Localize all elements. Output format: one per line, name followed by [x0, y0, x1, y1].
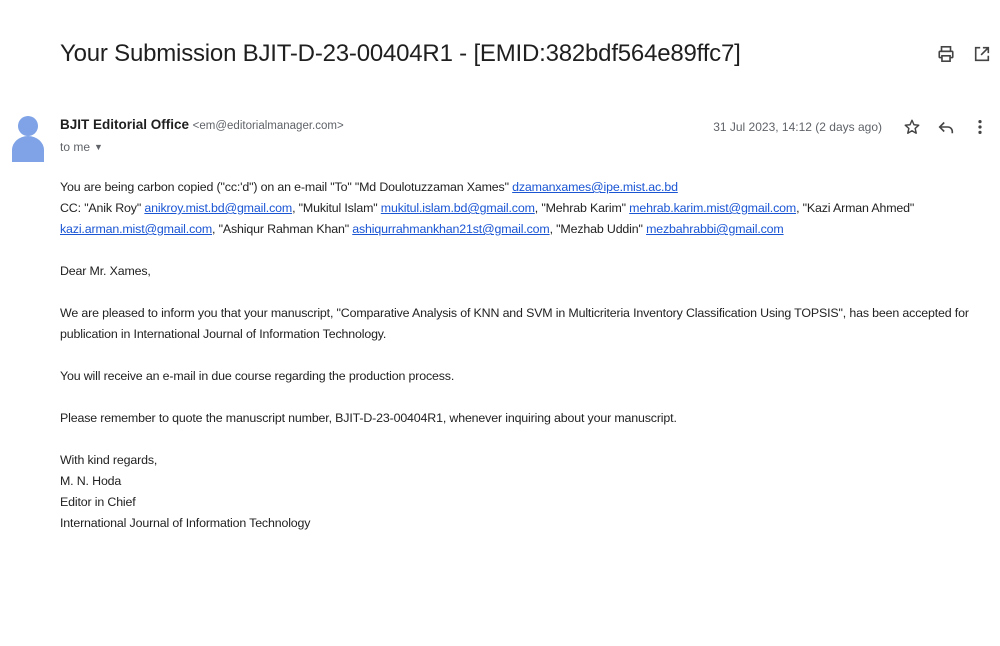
cc-name: "Mukitul Islam": [298, 201, 381, 215]
email-link[interactable]: mehrab.karim.mist@gmail.com: [629, 201, 796, 215]
email-link[interactable]: mezbahrabbi@gmail.com: [646, 222, 784, 236]
email-link[interactable]: dzamanxames@ipe.mist.ac.bd: [512, 180, 678, 194]
person-avatar-icon: [12, 116, 44, 162]
email-link[interactable]: ashiqurrahmankhan21st@gmail.com: [352, 222, 549, 236]
print-icon[interactable]: [936, 44, 956, 64]
message-date: 31 Jul 2023, 14:12 (2 days ago): [713, 120, 882, 134]
star-icon[interactable]: [902, 117, 922, 137]
paragraph-production: You will receive an e-mail in due course…: [60, 369, 455, 383]
open-in-new-window-icon[interactable]: [972, 44, 992, 64]
header-actions: [936, 44, 992, 64]
greeting: Dear Mr. Xames,: [60, 264, 151, 278]
cc-list: CC: "Anik Roy" anikroy.mist.bd@gmail.com…: [60, 198, 990, 240]
cc-separator: ,: [292, 201, 299, 215]
chevron-down-icon: ▼: [94, 142, 103, 152]
signature-title: Editor in Chief: [60, 495, 136, 509]
email-link[interactable]: anikroy.mist.bd@gmail.com: [144, 201, 292, 215]
cc-name: "Mehrab Karim": [541, 201, 630, 215]
cc-intro-line: You are being carbon copied ("cc:'d") on…: [60, 177, 990, 198]
paragraph-acceptance: We are pleased to inform you that your m…: [60, 306, 969, 341]
email-link[interactable]: kazi.arman.mist@gmail.com: [60, 222, 212, 236]
reply-icon[interactable]: [936, 117, 956, 137]
email-subject: Your Submission BJIT-D-23-00404R1 - [EMI…: [60, 40, 741, 67]
sender-block: BJIT Editorial Office <em@editorialmanag…: [60, 117, 344, 154]
signature-organization: International Journal of Information Tec…: [60, 516, 311, 530]
recipients-toggle[interactable]: to me ▼: [60, 140, 344, 154]
to-line-label: to me: [60, 140, 91, 154]
cc-separator: ,: [212, 222, 216, 236]
message-meta: 31 Jul 2023, 14:12 (2 days ago): [713, 117, 990, 137]
cc-separator: ,: [796, 201, 803, 215]
sender-email: <em@editorialmanager.com>: [192, 120, 344, 132]
avatar: [11, 112, 45, 162]
cc-prefix: CC:: [60, 201, 85, 215]
cc-name: "Mezhab Uddin": [556, 222, 647, 236]
cc-name: "Kazi Arman Ahmed": [802, 201, 915, 215]
paragraph-manuscript-number: Please remember to quote the manuscript …: [60, 411, 677, 425]
cc-intro-text: You are being carbon copied ("cc:'d") on…: [60, 180, 513, 194]
signature-name: M. N. Hoda: [60, 474, 122, 488]
email-link[interactable]: mukitul.islam.bd@gmail.com: [381, 201, 535, 215]
cc-name: "Anik Roy": [84, 201, 145, 215]
message-body: You are being carbon copied ("cc:'d") on…: [60, 177, 990, 534]
sender-name[interactable]: BJIT Editorial Office: [60, 117, 189, 132]
cc-name: "Ashiqur Rahman Khan": [218, 222, 353, 236]
signoff: With kind regards,: [60, 453, 158, 467]
more-vertical-icon[interactable]: [970, 117, 990, 137]
